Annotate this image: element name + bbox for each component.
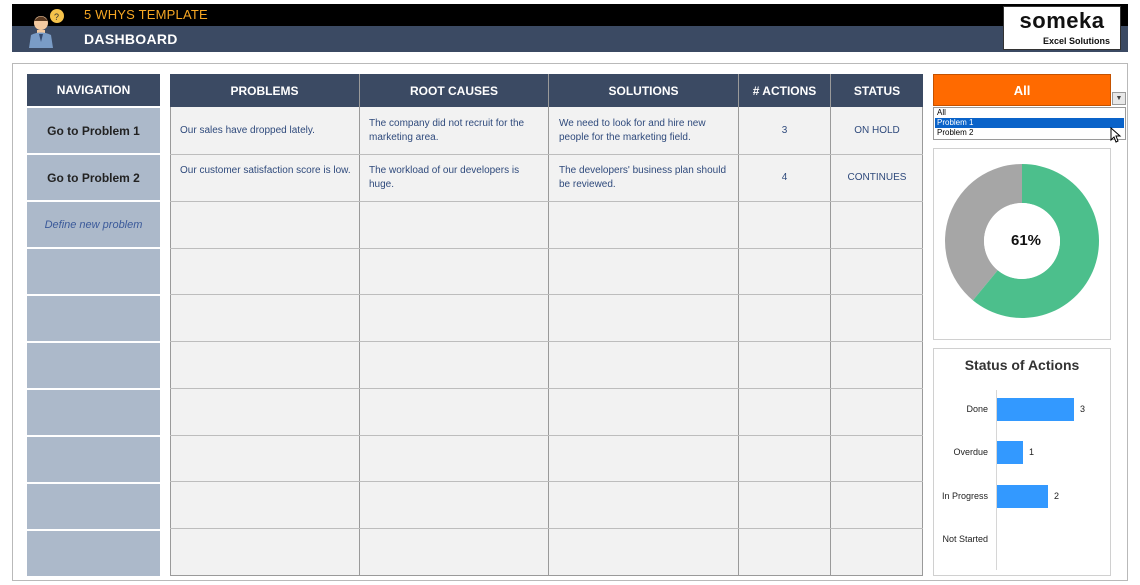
nav-empty-slot bbox=[27, 437, 160, 482]
dropdown-option-problem-2[interactable]: Problem 2 bbox=[935, 128, 1124, 138]
cell-solution: We need to look for and hire new people … bbox=[559, 118, 706, 143]
cell-actions-count: 4 bbox=[781, 172, 788, 183]
row-divider bbox=[170, 388, 923, 389]
logo-wordmark: someka bbox=[1019, 8, 1105, 33]
row-divider bbox=[170, 201, 923, 202]
problems-table bbox=[170, 74, 923, 576]
row-divider bbox=[170, 341, 923, 342]
row-divider bbox=[170, 154, 923, 155]
column-header-problems: PROBLEMS bbox=[230, 83, 299, 98]
dropdown-arrow-icon[interactable]: ▼ bbox=[1112, 92, 1126, 105]
status-bar-value: 2 bbox=[1054, 491, 1060, 501]
status-bar-value: 3 bbox=[1080, 404, 1086, 414]
problem-filter-select[interactable]: All bbox=[933, 74, 1111, 106]
column-divider bbox=[359, 74, 360, 576]
status-bar bbox=[997, 398, 1074, 421]
column-divider bbox=[738, 74, 739, 576]
nav-empty-slot bbox=[27, 343, 160, 388]
column-header-status: STATUS bbox=[853, 83, 901, 98]
page-title: DASHBOARD bbox=[84, 31, 178, 47]
mouse-cursor-icon bbox=[1110, 127, 1122, 143]
status-bar bbox=[997, 485, 1048, 508]
donut-percent-label: 61% bbox=[1010, 232, 1042, 249]
cell-problem: Our sales have dropped lately. bbox=[180, 125, 315, 136]
nav-empty-slot bbox=[27, 484, 160, 529]
status-bar-value: 1 bbox=[1029, 447, 1035, 457]
column-divider bbox=[548, 74, 549, 576]
row-divider bbox=[170, 435, 923, 436]
logo-subtitle: Excel Solutions bbox=[1042, 36, 1110, 46]
someka-logo[interactable]: someka Excel Solutions bbox=[1003, 6, 1121, 50]
column-header-solutions: SOLUTIONS bbox=[608, 83, 679, 98]
status-chart-title: Status of Actions bbox=[964, 357, 1080, 373]
svg-text:?: ? bbox=[54, 12, 59, 22]
nav-empty-slot bbox=[27, 249, 160, 294]
status-category-label: In Progress bbox=[941, 491, 988, 501]
cell-root-cause: The workload of our developers is huge. bbox=[369, 165, 520, 190]
filter-dropdown-list: All Problem 1 Problem 2 bbox=[933, 107, 1126, 140]
nav-empty-slot bbox=[27, 296, 160, 341]
column-header-actions: # ACTIONS bbox=[752, 83, 817, 98]
cell-status: ON HOLD bbox=[854, 125, 900, 136]
status-bar bbox=[997, 441, 1023, 464]
dashboard-bar bbox=[12, 26, 1128, 52]
dropdown-option-problem-1[interactable]: Problem 1 bbox=[935, 118, 1124, 128]
navigation-header: NAVIGATION bbox=[27, 74, 160, 106]
app-title: 5 WHYS TEMPLATE bbox=[84, 7, 208, 22]
cell-problem: Our customer satisfaction score is low. bbox=[180, 165, 351, 176]
nav-empty-slot bbox=[27, 531, 160, 576]
row-divider bbox=[170, 294, 923, 295]
row-divider bbox=[170, 528, 923, 529]
status-category-label: Overdue bbox=[953, 447, 988, 457]
row-divider bbox=[170, 248, 923, 249]
status-category-label: Not Started bbox=[942, 534, 988, 544]
cell-actions-count: 3 bbox=[781, 125, 788, 136]
status-category-label: Done bbox=[966, 404, 988, 414]
nav-define-new-problem[interactable]: Define new problem bbox=[27, 202, 160, 247]
cell-root-cause: The company did not recruit for the mark… bbox=[369, 118, 525, 143]
nav-go-to-problem-1[interactable]: Go to Problem 1 bbox=[27, 108, 160, 153]
cell-solution: The developers' business plan should be … bbox=[559, 165, 727, 190]
nav-empty-slot bbox=[27, 390, 160, 435]
avatar-icon: ? bbox=[29, 9, 64, 48]
row-divider bbox=[170, 481, 923, 482]
cell-status: CONTINUES bbox=[847, 172, 907, 183]
column-divider bbox=[830, 74, 831, 576]
dropdown-option-all[interactable]: All bbox=[935, 108, 1124, 118]
column-header-root-causes: ROOT CAUSES bbox=[409, 83, 498, 98]
nav-go-to-problem-2[interactable]: Go to Problem 2 bbox=[27, 155, 160, 200]
